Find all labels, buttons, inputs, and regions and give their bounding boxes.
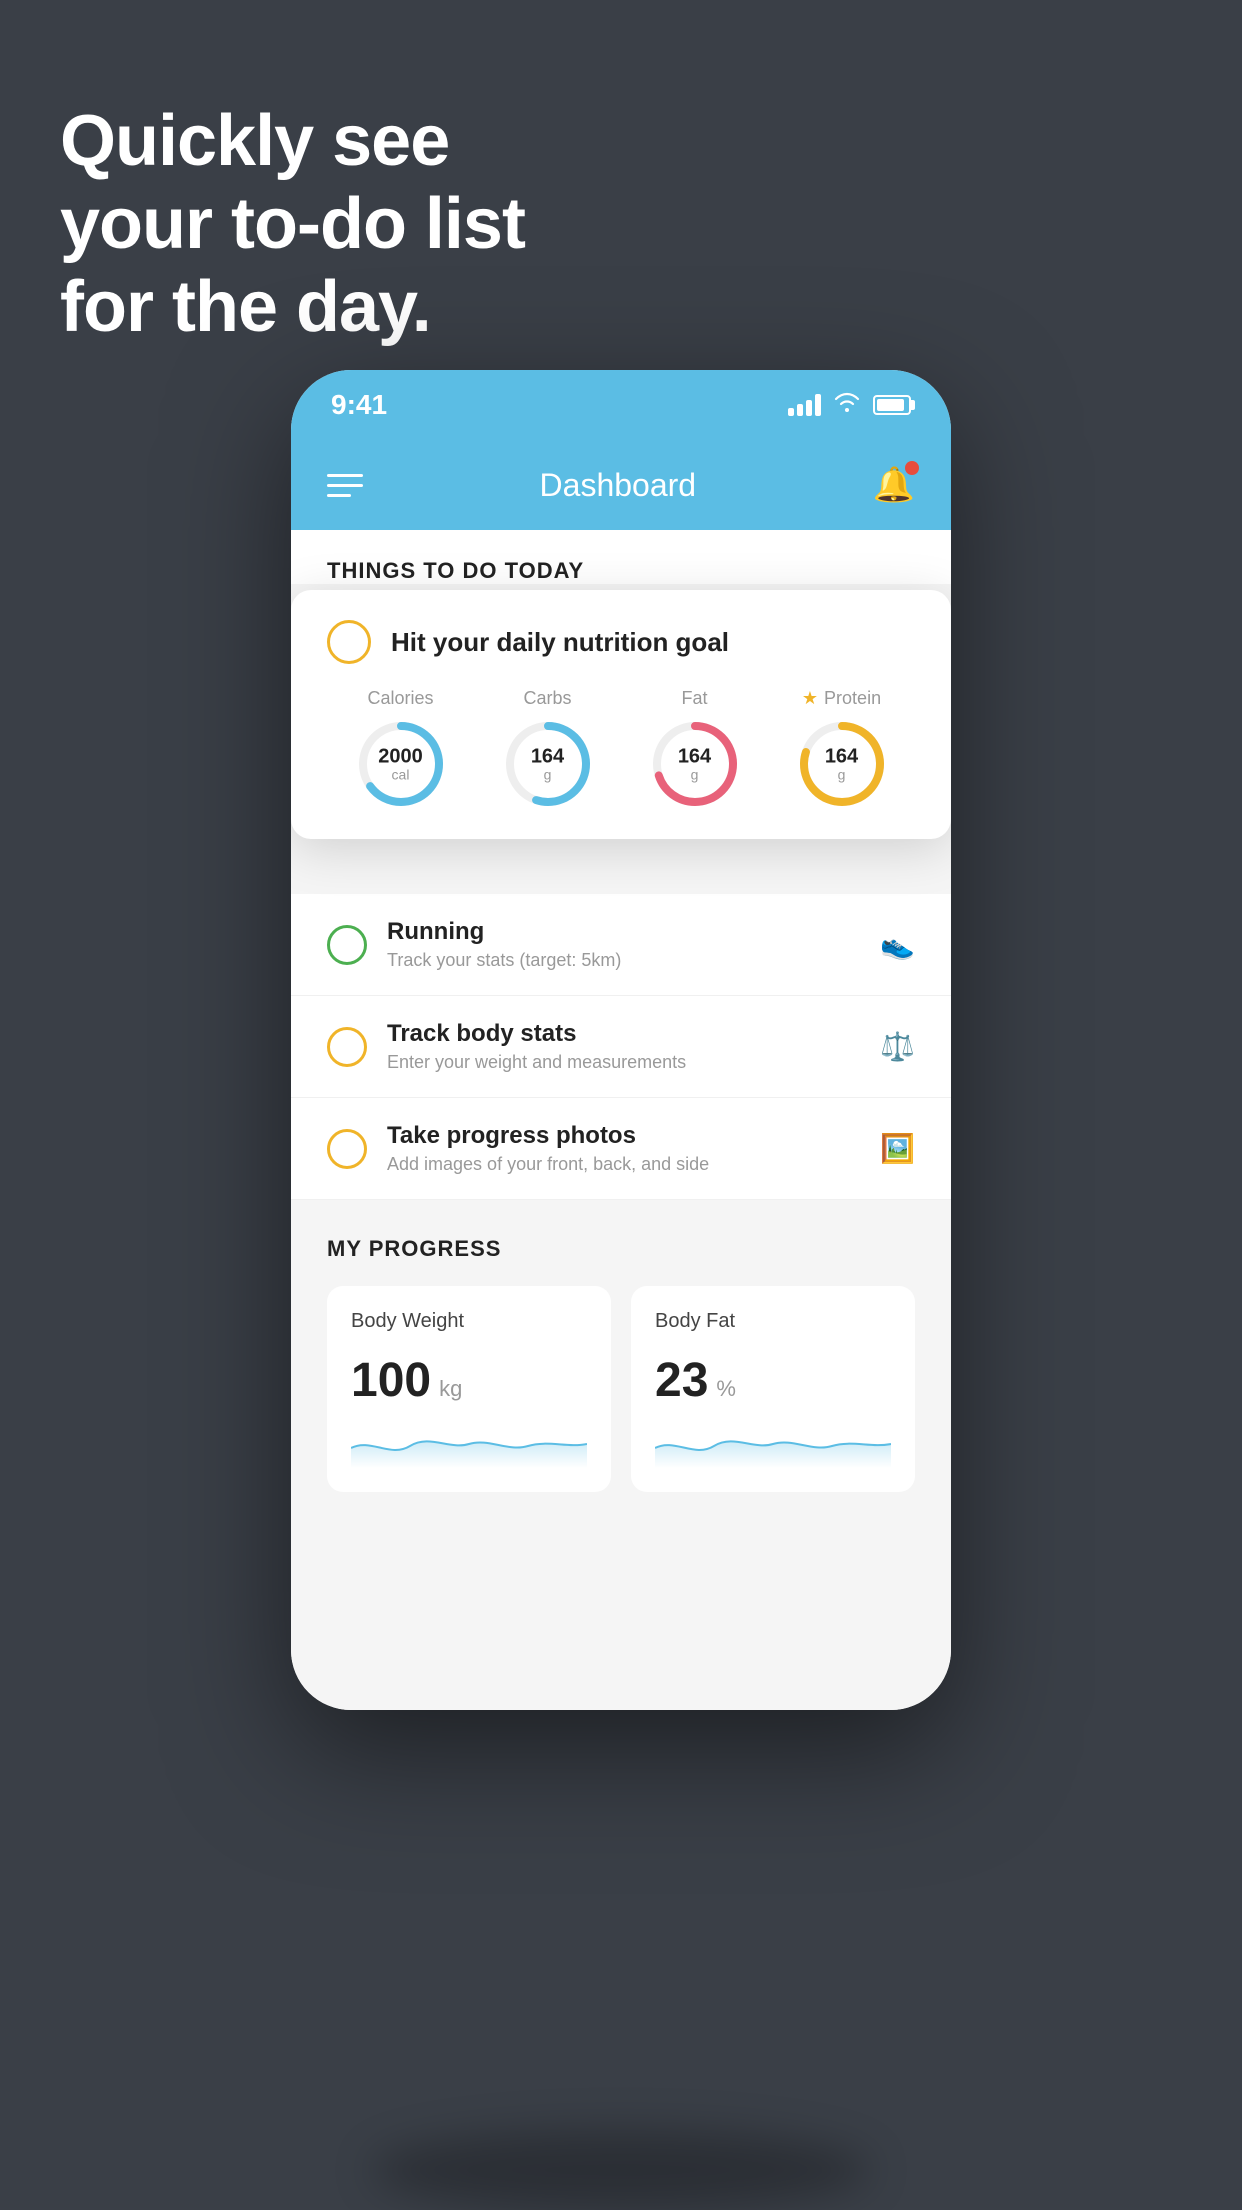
macro-item: Fat 164 g: [650, 688, 740, 809]
nutrition-check-circle: [327, 620, 371, 664]
headline: Quickly see your to-do list for the day.: [60, 100, 525, 348]
donut-unit: g: [825, 767, 858, 782]
todo-list: Running Track your stats (target: 5km) 👟…: [291, 894, 951, 1200]
phone-shadow: [371, 2130, 871, 2210]
donut-chart: 2000 cal: [356, 719, 446, 809]
nutrition-card-header: Hit your daily nutrition goal: [327, 620, 915, 664]
status-icons: [788, 392, 911, 418]
progress-unit: kg: [439, 1376, 462, 1402]
donut-chart: 164 g: [797, 719, 887, 809]
progress-title: MY PROGRESS: [327, 1236, 915, 1262]
notification-bell[interactable]: 🔔: [873, 465, 915, 505]
progress-section: MY PROGRESS Body Weight 100 kg: [291, 1200, 951, 1492]
todo-info: Running Track your stats (target: 5km): [387, 918, 860, 971]
app-header: Dashboard 🔔: [291, 440, 951, 530]
todo-icon-photo: 🖼️: [880, 1132, 915, 1165]
donut-value-container: 2000 cal: [378, 745, 423, 782]
progress-unit: %: [716, 1376, 736, 1402]
macro-label: ★Protein: [802, 688, 881, 709]
progress-card[interactable]: Body Weight 100 kg: [327, 1286, 611, 1492]
todo-info: Take progress photos Add images of your …: [387, 1122, 860, 1175]
battery-icon: [873, 395, 911, 415]
headline-line2: your to-do list: [60, 183, 525, 266]
todo-name: Running: [387, 918, 860, 946]
todo-info: Track body stats Enter your weight and m…: [387, 1020, 860, 1073]
nutrition-macros: Calories 2000 cal Carbs 164 g Fat 164 g …: [327, 688, 915, 809]
donut-chart: 164 g: [503, 719, 593, 809]
donut-value-container: 164 g: [531, 745, 564, 782]
macro-item: Carbs 164 g: [503, 688, 593, 809]
signal-icon: [788, 394, 821, 416]
todo-name: Track body stats: [387, 1020, 860, 1048]
progress-card[interactable]: Body Fat 23 %: [631, 1286, 915, 1492]
macro-label: Fat: [681, 688, 707, 709]
progress-card-title: Body Fat: [655, 1310, 891, 1333]
notification-dot: [905, 461, 919, 475]
progress-value: 100: [351, 1353, 431, 1408]
nutrition-card[interactable]: Hit your daily nutrition goal Calories 2…: [291, 590, 951, 839]
mini-chart: [655, 1428, 891, 1468]
donut-value: 164: [825, 745, 858, 767]
todo-desc: Add images of your front, back, and side: [387, 1154, 860, 1175]
mini-chart: [351, 1428, 587, 1468]
progress-value-row: 23 %: [655, 1353, 891, 1408]
todo-item[interactable]: Take progress photos Add images of your …: [291, 1098, 951, 1200]
todo-circle: [327, 1027, 367, 1067]
header-title: Dashboard: [540, 467, 697, 504]
todo-circle: [327, 1129, 367, 1169]
wifi-icon: [833, 392, 861, 418]
progress-value-row: 100 kg: [351, 1353, 587, 1408]
progress-value: 23: [655, 1353, 708, 1408]
app-content: THINGS TO DO TODAY Hit your daily nutrit…: [291, 530, 951, 1710]
headline-line3: for the day.: [60, 266, 525, 349]
macro-item: Calories 2000 cal: [356, 688, 446, 809]
menu-icon[interactable]: [327, 474, 363, 497]
todo-circle: [327, 925, 367, 965]
progress-cards: Body Weight 100 kg Body Fat 23 %: [327, 1286, 915, 1492]
todo-icon-scale: ⚖️: [880, 1030, 915, 1063]
todo-desc: Enter your weight and measurements: [387, 1052, 860, 1073]
donut-value-container: 164 g: [678, 745, 711, 782]
macro-item: ★Protein 164 g: [797, 688, 887, 809]
donut-value-container: 164 g: [825, 745, 858, 782]
todo-name: Take progress photos: [387, 1122, 860, 1150]
status-bar: 9:41: [291, 370, 951, 440]
things-section: THINGS TO DO TODAY: [291, 530, 951, 584]
phone-mockup: 9:41: [291, 370, 951, 2150]
star-icon: ★: [802, 688, 818, 709]
progress-card-title: Body Weight: [351, 1310, 587, 1333]
macro-label: Calories: [367, 688, 433, 709]
headline-line1: Quickly see: [60, 100, 525, 183]
todo-item[interactable]: Track body stats Enter your weight and m…: [291, 996, 951, 1098]
donut-value: 164: [678, 745, 711, 767]
status-time: 9:41: [331, 389, 387, 421]
todo-item[interactable]: Running Track your stats (target: 5km) 👟: [291, 894, 951, 996]
donut-unit: g: [531, 767, 564, 782]
nutrition-card-title: Hit your daily nutrition goal: [391, 627, 729, 658]
donut-value: 2000: [378, 745, 423, 767]
donut-chart: 164 g: [650, 719, 740, 809]
todo-icon-shoe: 👟: [880, 928, 915, 961]
donut-unit: cal: [378, 767, 423, 782]
macro-label: Carbs: [523, 688, 571, 709]
todo-desc: Track your stats (target: 5km): [387, 950, 860, 971]
donut-value: 164: [531, 745, 564, 767]
things-title: THINGS TO DO TODAY: [327, 558, 915, 584]
phone-screen: 9:41: [291, 370, 951, 1710]
donut-unit: g: [678, 767, 711, 782]
